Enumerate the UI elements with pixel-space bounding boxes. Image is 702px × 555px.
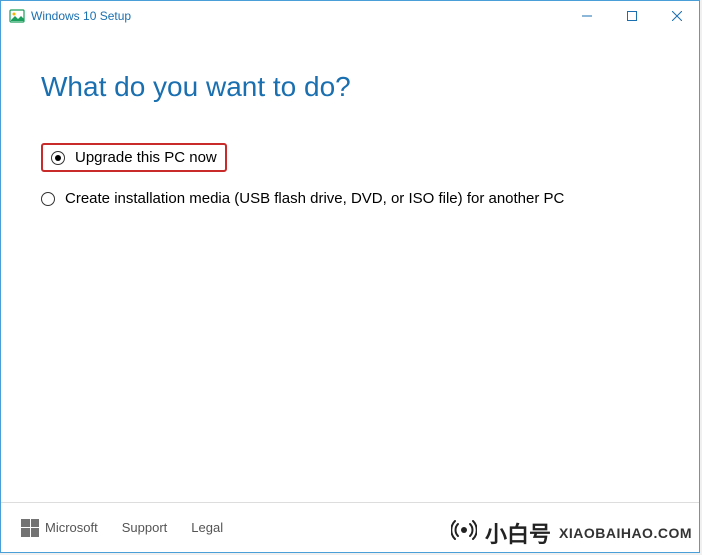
highlight-annotation: Upgrade this PC now (41, 143, 227, 172)
page-heading: What do you want to do? (41, 71, 659, 103)
option-create-media[interactable]: Create installation media (USB flash dri… (41, 190, 659, 207)
broadcast-icon (451, 517, 477, 549)
watermark-en: XIAOBAIHAO.COM (559, 525, 692, 541)
microsoft-logo-text: Microsoft (45, 520, 98, 535)
support-link[interactable]: Support (122, 520, 168, 535)
option-upgrade-label: Upgrade this PC now (75, 149, 217, 166)
option-upgrade[interactable]: Upgrade this PC now (51, 149, 217, 166)
watermark-cn: 小白号 (485, 517, 551, 549)
window-title: Windows 10 Setup (31, 9, 564, 23)
microsoft-logo-icon (21, 519, 39, 537)
minimize-button[interactable] (564, 1, 609, 31)
close-button[interactable] (654, 1, 699, 31)
app-icon (9, 8, 25, 24)
legal-link[interactable]: Legal (191, 520, 223, 535)
radio-upgrade[interactable] (51, 151, 65, 165)
option-create-media-label: Create installation media (USB flash dri… (65, 190, 564, 207)
microsoft-logo: Microsoft (21, 519, 98, 537)
options-group: Upgrade this PC now Create installation … (41, 143, 659, 207)
radio-create-media[interactable] (41, 192, 55, 206)
titlebar: Windows 10 Setup (1, 1, 699, 31)
window-controls (564, 1, 699, 31)
maximize-button[interactable] (609, 1, 654, 31)
watermark-brand: 小白号 XIAOBAIHAO.COM (451, 517, 692, 549)
option-upgrade-wrapper: Upgrade this PC now (41, 143, 659, 172)
setup-window: Windows 10 Setup What do you want to do?… (0, 0, 700, 553)
content-area: What do you want to do? Upgrade this PC … (1, 31, 699, 502)
